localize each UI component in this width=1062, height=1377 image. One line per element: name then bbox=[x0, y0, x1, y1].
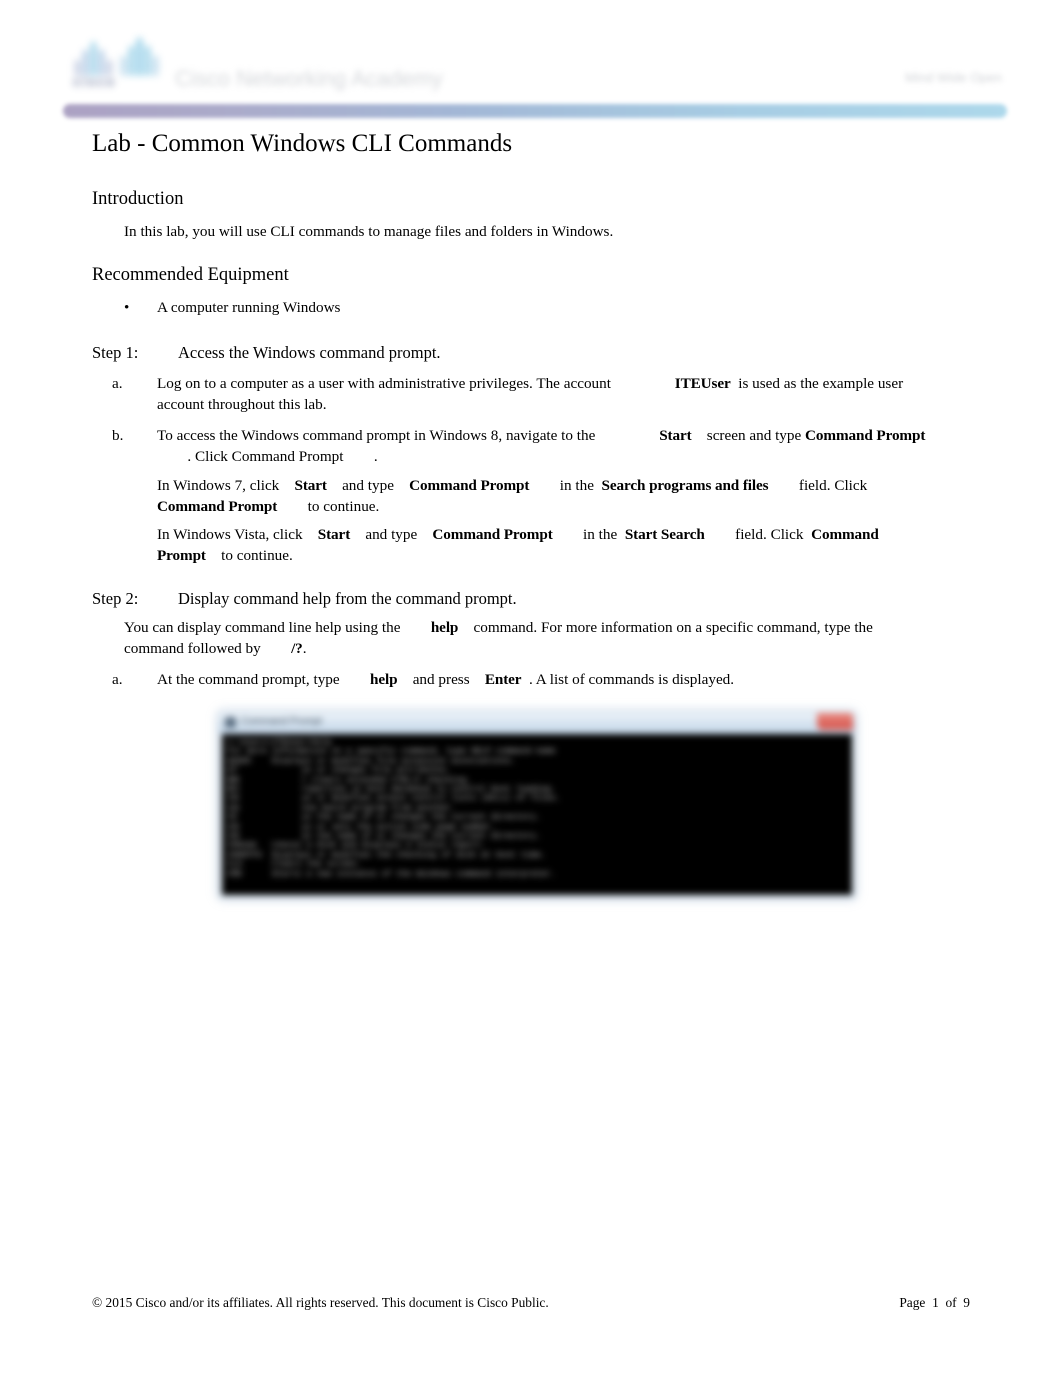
step-2-heading: Step 2: Display command help from the com… bbox=[92, 588, 517, 610]
step-1-item-b-text-3: . Click Command Prompt bbox=[187, 447, 344, 465]
step-1-item-a-ui-iteuser: ITEUser bbox=[674, 375, 731, 392]
step-2-lead-ui-help: help bbox=[430, 619, 459, 636]
header-tagline-text: Mind Wide Open bbox=[905, 70, 1002, 85]
footer-page-of: of bbox=[945, 1295, 957, 1310]
cmd-window-icon bbox=[225, 717, 236, 728]
footer-page-indicator: Page 1 of 9 bbox=[899, 1294, 970, 1312]
document-page: cisco Cisco Networking Academy Mind Wide… bbox=[0, 0, 1062, 1377]
step-1-item-b-ui-command-prompt: Command Prompt bbox=[805, 427, 926, 444]
win7-text-5: to continue. bbox=[307, 497, 380, 515]
step-1-windows7-paragraph: In Windows 7, click Start and type Command … bbox=[157, 476, 932, 517]
equipment-item-label: A computer running Windows bbox=[157, 299, 341, 316]
win7-text-3: in the bbox=[559, 477, 594, 494]
win7-text-2: and type bbox=[342, 477, 394, 494]
step-1-item-a-marker: a. bbox=[112, 375, 123, 392]
step-1-item-a-text-1: Log on to a computer as a user with admi… bbox=[157, 375, 611, 392]
cmd-window-title: Command Prompt bbox=[241, 716, 323, 727]
cmd-window-frame: Command Prompt C:\Users\ITEUser>help For… bbox=[218, 711, 856, 899]
win7-ui-command-prompt-2: Command Prompt bbox=[157, 497, 278, 515]
step-2-item-a-text-3: . A list of commands is displayed. bbox=[529, 671, 735, 688]
vista-text-1: In Windows Vista, click bbox=[157, 526, 303, 543]
win7-text-4: field. Click bbox=[798, 477, 868, 494]
step-2-lead-text-1: You can display command line help using … bbox=[124, 619, 401, 636]
step-1-windowsvista-paragraph: In Windows Vista, click Start and type Comm… bbox=[157, 525, 925, 566]
cisco-logo-bars-icon bbox=[73, 34, 169, 76]
vista-ui-start: Start bbox=[317, 526, 351, 543]
page-header: cisco Cisco Networking Academy Mind Wide… bbox=[60, 22, 1010, 118]
vista-text-5: to continue. bbox=[221, 546, 293, 564]
vista-ui-start-search: Start Search bbox=[624, 526, 705, 543]
win7-ui-search-programs-and-files: Search programs and files bbox=[601, 477, 769, 494]
step-1-heading: Step 1: Access the Windows command prompt… bbox=[92, 342, 441, 364]
step-1-item-b-text-1: To access the Windows command prompt in … bbox=[157, 427, 596, 444]
vista-text-2: and type bbox=[365, 526, 418, 543]
heading-introduction: Introduction bbox=[92, 189, 184, 209]
win7-ui-start: Start bbox=[294, 477, 327, 494]
footer-page-label: Page bbox=[899, 1295, 926, 1310]
cisco-logo: cisco bbox=[65, 30, 175, 92]
step-1-item-b-text-4: . bbox=[373, 447, 378, 465]
step-1-item-b-ui-start: Start bbox=[659, 427, 692, 444]
step-2-lead-ui-slash-question: /? bbox=[291, 639, 303, 657]
footer-page-total: 9 bbox=[963, 1295, 970, 1310]
win7-text-1: In Windows 7, click bbox=[157, 477, 280, 494]
step-1-item-b-marker: b. bbox=[112, 427, 124, 444]
cmd-window-close-button[interactable] bbox=[817, 713, 853, 730]
win7-ui-command-prompt-1: Command Prompt bbox=[409, 477, 530, 494]
cmd-terminal-output: C:\Users\ITEUser>help For more informati… bbox=[222, 734, 852, 895]
bullet-glyph-icon: • bbox=[124, 299, 130, 316]
embedded-command-prompt-screenshot: Command Prompt C:\Users\ITEUser>help For… bbox=[212, 707, 860, 903]
footer-page-number: 1 bbox=[932, 1295, 939, 1310]
step-2-lead-text-3: . bbox=[302, 639, 307, 657]
introduction-paragraph: In this lab, you will use CLI commands t… bbox=[124, 223, 614, 240]
step-1-item-b-text-2: screen and type bbox=[706, 427, 802, 444]
step-2-item-a-ui-enter: Enter bbox=[484, 671, 522, 688]
vista-text-3: in the bbox=[583, 526, 618, 543]
step-1-label: Step 1: bbox=[92, 343, 139, 362]
header-brand-text: Cisco Networking Academy bbox=[175, 66, 443, 91]
step-2-label: Step 2: bbox=[92, 589, 139, 608]
step-1-title: Access the Windows command prompt. bbox=[178, 343, 441, 362]
step-2-item-a-marker: a. bbox=[112, 671, 123, 688]
cmd-window-titlebar: Command Prompt bbox=[219, 712, 855, 734]
step-2-item-a-text-2: and press bbox=[412, 671, 470, 688]
header-gradient-rule bbox=[63, 104, 1007, 118]
step-2-lead-paragraph: You can display command line help using … bbox=[124, 618, 920, 659]
vista-text-4: field. Click bbox=[735, 526, 804, 543]
page-title: Lab - Common Windows CLI Commands bbox=[92, 130, 513, 157]
heading-recommended-equipment: Recommended Equipment bbox=[92, 265, 289, 285]
cisco-logo-wordmark: cisco bbox=[73, 74, 117, 89]
vista-ui-command-prompt-1: Command Prompt bbox=[432, 526, 553, 543]
footer-copyright: © 2015 Cisco and/or its affiliates. All … bbox=[92, 1295, 549, 1310]
step-2-item-a-text-1: At the command prompt, type bbox=[157, 671, 340, 688]
step-2-item-a-ui-help: help bbox=[370, 671, 398, 688]
cmd-terminal-cursor-block bbox=[239, 764, 301, 842]
step-2-title: Display command help from the command pr… bbox=[178, 589, 517, 608]
